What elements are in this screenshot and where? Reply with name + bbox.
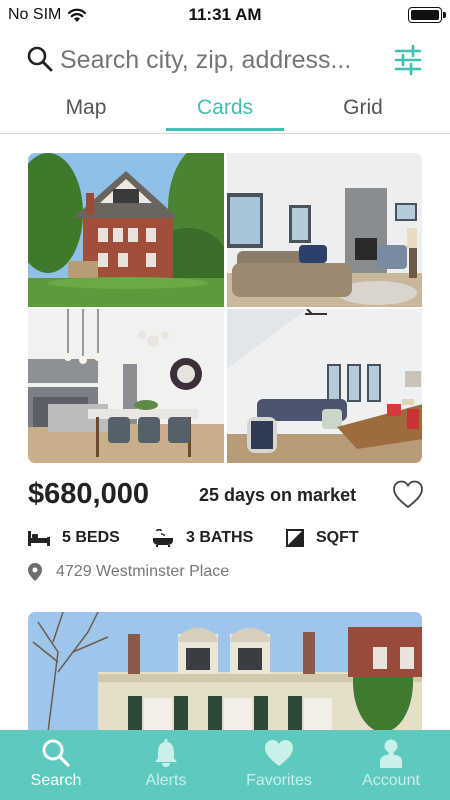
tab-cards[interactable]: Cards [165, 96, 285, 120]
tab-map[interactable]: Map [26, 96, 146, 120]
search-bar [0, 36, 450, 84]
listing-photo-loft[interactable] [227, 309, 422, 463]
tab-grid[interactable]: Grid [303, 96, 423, 120]
listing-photo-kitchen[interactable] [28, 309, 224, 463]
person-icon [380, 739, 402, 768]
status-time: 11:31 AM [188, 5, 262, 24]
battery-icon [408, 7, 446, 23]
listing-price: $680,000 [28, 478, 149, 510]
baths-label: 3 BATHS [186, 529, 254, 546]
filter-sliders-icon[interactable] [393, 44, 423, 76]
spec-beds: 5 BEDS [28, 529, 120, 547]
heart-icon [265, 740, 293, 766]
spec-baths: 3 BATHS [152, 529, 253, 547]
favorite-heart-button[interactable] [393, 480, 423, 510]
nav-account-label: Account [362, 772, 420, 789]
sqft-label: SQFT [316, 529, 359, 546]
listing-photo-grid[interactable] [28, 153, 422, 463]
listing-card-2-photo[interactable] [28, 612, 422, 732]
bell-icon [155, 739, 177, 767]
nav-search-label: Search [30, 772, 82, 789]
bed-icon [28, 531, 50, 546]
listing-specs: 5 BEDS 3 BATHS SQFT [28, 527, 422, 557]
nav-search[interactable]: Search [0, 730, 112, 800]
beds-label: 5 BEDS [62, 529, 120, 546]
active-tab-indicator [166, 128, 284, 131]
nav-favorites-label: Favorites [246, 772, 312, 789]
listing-card[interactable]: $680,000 25 days on market 5 BEDS 3 BATH… [28, 153, 423, 581]
view-tabs: Map Cards Grid [0, 90, 450, 134]
nav-favorites[interactable]: Favorites [223, 730, 335, 800]
nav-alerts[interactable]: Alerts [110, 730, 222, 800]
area-icon [286, 529, 304, 547]
search-icon [42, 739, 70, 767]
spec-sqft: SQFT [286, 529, 359, 547]
status-bar: No SIM 11:31 AM [0, 0, 450, 30]
listing-address: 4729 Westminster Place [28, 563, 229, 581]
nav-account[interactable]: Account [335, 730, 447, 800]
search-icon [27, 46, 53, 72]
location-pin-icon [28, 563, 42, 581]
listing-photo-living-room[interactable] [227, 153, 422, 307]
bottom-tab-bar: Search Alerts Favorites Account [0, 730, 450, 800]
listing-photo-exterior[interactable] [28, 153, 224, 307]
days-on-market: 25 days on market [199, 485, 357, 505]
bathtub-icon [153, 529, 173, 547]
price-row: $680,000 25 days on market [28, 476, 423, 516]
address-text: 4729 Westminster Place [56, 563, 230, 580]
nav-alerts-label: Alerts [145, 772, 187, 789]
search-input[interactable] [60, 42, 380, 78]
